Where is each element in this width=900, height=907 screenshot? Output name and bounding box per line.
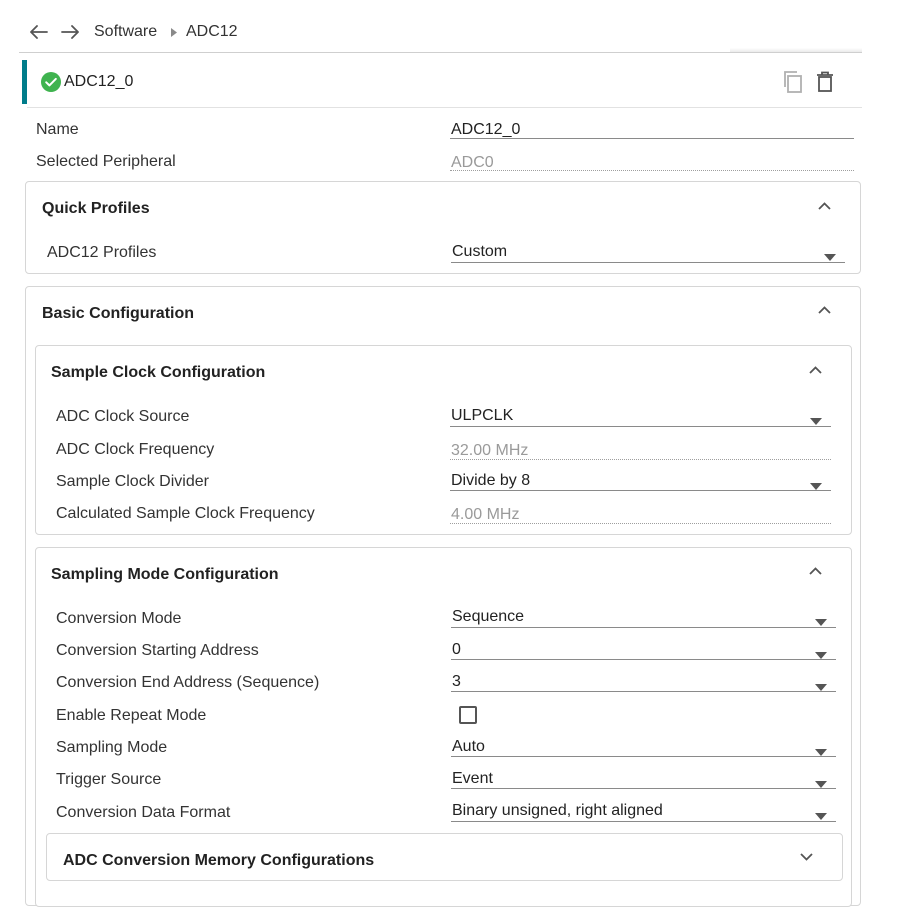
chevron-up-icon[interactable] [815, 301, 833, 319]
trigger-source-underline [451, 788, 836, 789]
quick-profiles-title: Quick Profiles [42, 200, 150, 217]
adc-clock-source-select[interactable]: ULPCLK [451, 405, 513, 427]
name-label: Name [36, 121, 79, 138]
dropdown-arrow-icon[interactable] [815, 807, 827, 820]
conversion-data-format-underline [451, 821, 836, 822]
dropdown-arrow-icon[interactable] [824, 248, 836, 261]
back-arrow-icon[interactable] [28, 21, 50, 43]
conversion-end-address-underline [451, 691, 836, 692]
instance-accent-bar [22, 60, 27, 104]
sample-clock-divider-select[interactable]: Divide by 8 [451, 470, 530, 492]
instance-name[interactable]: ADC12_0 [64, 71, 133, 93]
adc12-profiles-underline [451, 262, 845, 263]
adc12-profiles-select[interactable]: Custom [452, 241, 507, 263]
conversion-mode-select[interactable]: Sequence [452, 606, 524, 628]
sampling-mode-underline [451, 756, 836, 757]
adc-conversion-memory-configurations-title: ADC Conversion Memory Configurations [63, 852, 375, 869]
check-circle-icon [41, 72, 61, 92]
sample-clock-divider-label: Sample Clock Divider [56, 473, 209, 490]
sampling-mode-select[interactable]: Auto [452, 736, 485, 758]
header-divider [19, 52, 862, 53]
conversion-data-format-select[interactable]: Binary unsigned, right aligned [452, 800, 663, 822]
conversion-mode-label: Conversion Mode [56, 610, 182, 627]
trash-icon[interactable] [816, 71, 834, 93]
enable-repeat-mode-checkbox[interactable] [459, 706, 477, 724]
adc-clock-frequency-label: ADC Clock Frequency [56, 441, 215, 458]
sample-clock-configuration-title: Sample Clock Configuration [51, 364, 266, 381]
basic-configuration-title: Basic Configuration [42, 305, 195, 322]
instance-divider [27, 107, 862, 108]
calculated-sample-clock-frequency-label: Calculated Sample Clock Frequency [56, 505, 315, 522]
conversion-data-format-label: Conversion Data Format [56, 804, 231, 821]
trigger-source-label: Trigger Source [56, 771, 162, 788]
dropdown-arrow-icon[interactable] [815, 775, 827, 788]
selected-peripheral-underline [450, 170, 854, 171]
adc12-profiles-label: ADC12 Profiles [47, 244, 157, 261]
trigger-source-select[interactable]: Event [452, 768, 493, 790]
forward-arrow-icon[interactable] [59, 21, 81, 43]
conversion-starting-address-select[interactable]: 0 [452, 639, 461, 661]
calculated-sample-clock-frequency-underline [450, 523, 831, 524]
conversion-starting-address-underline [451, 659, 836, 660]
conversion-end-address-label: Conversion End Address (Sequence) [56, 674, 320, 691]
sampling-mode-configuration-title: Sampling Mode Configuration [51, 566, 279, 583]
enable-repeat-mode-label: Enable Repeat Mode [56, 707, 207, 724]
breadcrumb-item-software[interactable]: Software [94, 21, 157, 43]
adc-clock-frequency-underline [450, 459, 831, 460]
breadcrumb-separator-icon [171, 21, 177, 43]
dropdown-arrow-icon[interactable] [810, 412, 822, 425]
dropdown-arrow-icon[interactable] [815, 678, 827, 691]
dropdown-arrow-icon[interactable] [815, 613, 827, 626]
dropdown-arrow-icon[interactable] [815, 743, 827, 756]
sample-clock-divider-underline [450, 490, 831, 491]
breadcrumb-item-adc12: ADC12 [186, 23, 238, 40]
name-input-underline [450, 138, 854, 139]
sampling-mode-label: Sampling Mode [56, 739, 168, 756]
copy-icon[interactable] [782, 70, 804, 94]
chevron-up-icon[interactable] [815, 197, 833, 215]
chevron-up-icon[interactable] [806, 562, 824, 580]
dropdown-arrow-icon[interactable] [810, 477, 822, 490]
conversion-end-address-select[interactable]: 3 [452, 671, 461, 693]
adc-clock-source-underline [450, 426, 831, 427]
selected-peripheral-label: Selected Peripheral [36, 153, 176, 170]
dropdown-arrow-icon[interactable] [815, 646, 827, 659]
conversion-mode-underline [451, 627, 836, 628]
chevron-down-icon[interactable] [797, 848, 815, 866]
chevron-up-icon[interactable] [806, 361, 824, 379]
conversion-starting-address-label: Conversion Starting Address [56, 642, 259, 659]
adc-clock-source-label: ADC Clock Source [56, 408, 190, 425]
